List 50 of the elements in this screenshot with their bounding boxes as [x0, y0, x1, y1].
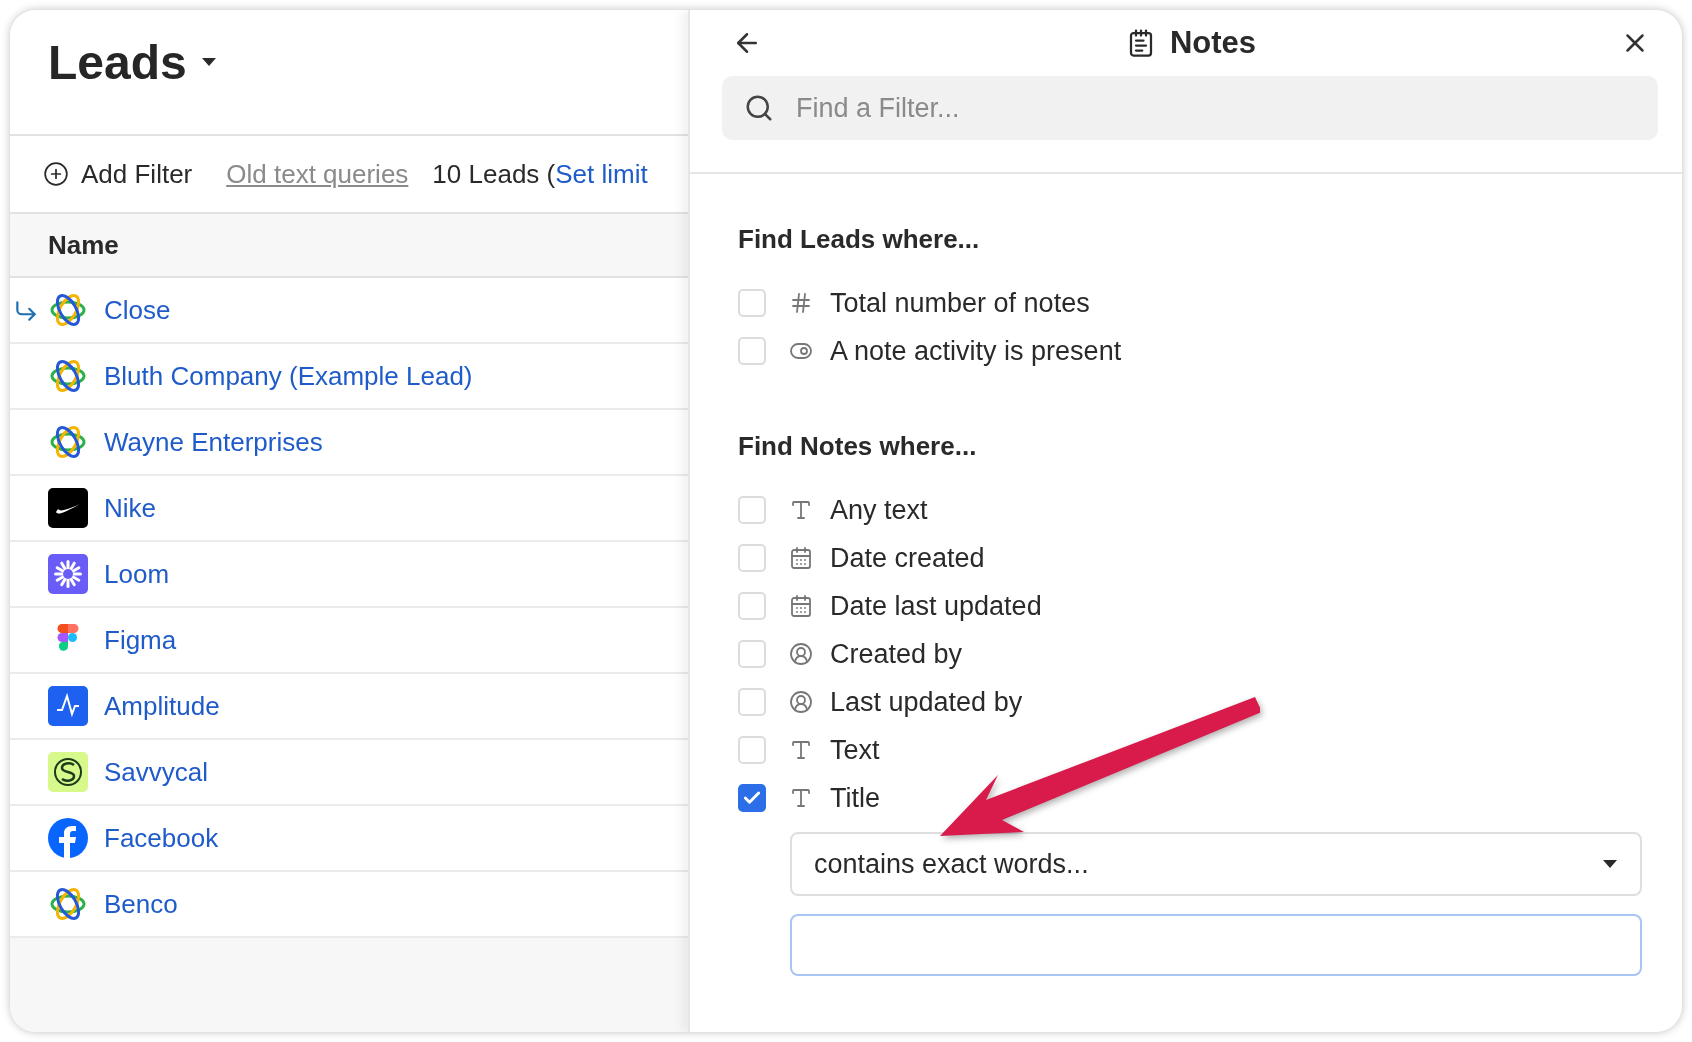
filter-label[interactable]: Total number of notes — [830, 287, 1090, 319]
filter-label[interactable]: Title — [830, 782, 880, 814]
plus-circle-icon — [43, 161, 69, 187]
user-icon — [788, 642, 814, 666]
search-icon — [744, 93, 774, 123]
lead-name-link[interactable]: Figma — [104, 624, 177, 656]
page-title[interactable]: Leads — [48, 34, 187, 90]
checkbox[interactable] — [738, 640, 766, 668]
filter-label[interactable]: Created by — [830, 638, 963, 670]
checkbox[interactable] — [738, 544, 766, 572]
caret-icon — [1602, 859, 1618, 869]
add-filter-button[interactable]: Add Filter — [43, 158, 193, 190]
checkbox[interactable] — [738, 337, 766, 365]
lead-name-link[interactable]: Facebook — [104, 822, 219, 854]
lead-name-link[interactable]: Benco — [104, 888, 178, 920]
calendar-icon — [788, 594, 814, 618]
checkbox[interactable] — [738, 289, 766, 317]
lead-name-link[interactable]: Wayne Enterprises — [104, 426, 323, 458]
panel-title: Notes — [1169, 25, 1257, 61]
filter-label[interactable]: Any text — [830, 494, 928, 526]
calendar-icon — [788, 546, 814, 570]
search-field[interactable]: Find a Filter... — [722, 76, 1658, 140]
s-logo-icon — [48, 752, 88, 792]
checkbox[interactable] — [738, 592, 766, 620]
section-heading: Find Notes where... — [738, 431, 978, 462]
lead-name-link[interactable]: Close — [104, 294, 171, 326]
lead-count: 10 Leads ( — [432, 158, 556, 190]
checkbox[interactable] — [738, 736, 766, 764]
operator-dropdown[interactable]: contains exact words... — [790, 832, 1642, 896]
filter-label[interactable]: A note activity is present — [830, 335, 1122, 367]
lead-name-link[interactable]: Amplitude — [104, 690, 220, 722]
value-input-field[interactable] — [790, 914, 1642, 976]
set-limit-link[interactable]: Set limit — [555, 158, 648, 190]
caret-icon[interactable] — [200, 57, 217, 67]
starburst-logo-icon — [48, 554, 88, 594]
lead-name-link[interactable]: Nike — [104, 492, 156, 524]
wave-logo-icon — [48, 686, 88, 726]
checkbox[interactable] — [738, 784, 766, 812]
filter-label[interactable]: Date last updated — [830, 590, 1042, 622]
lead-name-link[interactable]: Loom — [104, 558, 170, 590]
user-icon — [788, 690, 814, 714]
swoosh-logo-icon — [48, 488, 88, 528]
filter-label[interactable]: Text — [830, 734, 880, 766]
checkbox[interactable] — [738, 688, 766, 716]
lead-name-link[interactable]: Savvycal — [104, 756, 209, 788]
filter-label[interactable]: Last updated by — [830, 686, 1023, 718]
checkbox[interactable] — [738, 496, 766, 524]
section-heading: Find Leads where... — [738, 224, 981, 255]
f-logo-icon — [48, 818, 88, 858]
filter-label[interactable]: Date created — [830, 542, 985, 574]
